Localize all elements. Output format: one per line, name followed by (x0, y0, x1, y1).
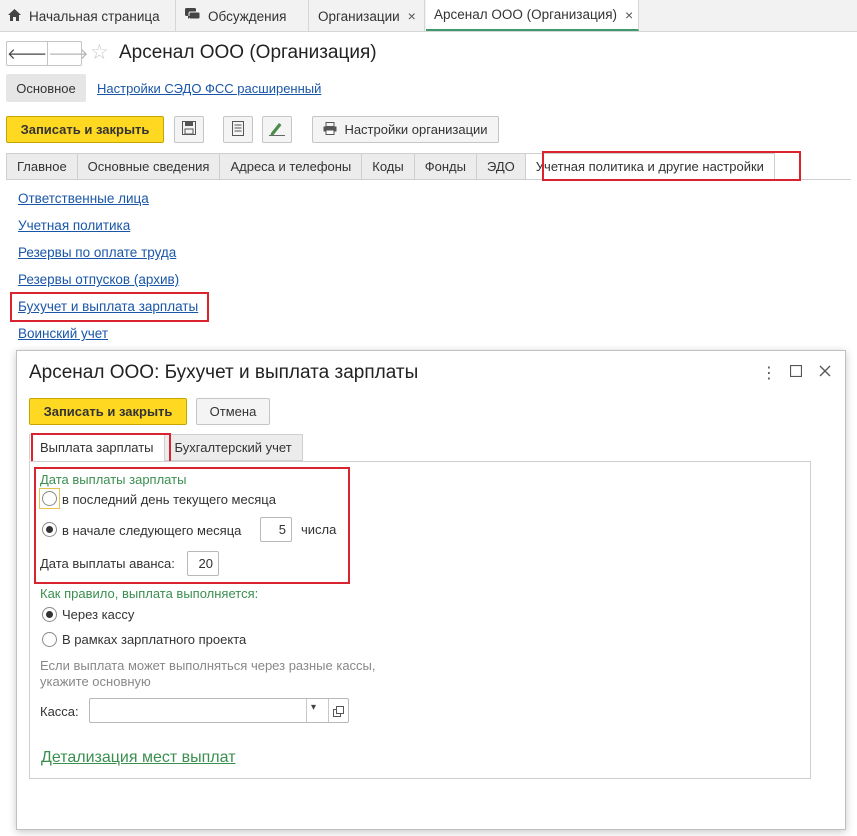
salary-payment-panel (29, 461, 811, 779)
tab-accounting-policy[interactable]: Учетная политика и другие настройки (524, 153, 775, 180)
org-settings-button[interactable]: Настройки организации (312, 116, 499, 143)
dropdown-arrow-icon[interactable]: ▾ (311, 702, 316, 713)
advance-date-label: Дата выплаты аванса: (40, 556, 175, 571)
forward-arrow-icon[interactable]: 🡒 (48, 42, 88, 65)
radio-last-day[interactable] (42, 491, 57, 506)
pay-day-input[interactable]: 5 (260, 517, 292, 542)
tab-organizations-label: Организации (318, 8, 400, 24)
pay-date-group-label: Дата выплаты зарплаты (40, 472, 187, 487)
favorite-star-icon[interactable]: ☆ (90, 42, 109, 64)
tab-codes[interactable]: Коды (361, 153, 414, 180)
radio-cash-label: Через кассу (62, 607, 135, 622)
maximize-icon[interactable] (789, 364, 803, 382)
section-main-button[interactable]: Основное (6, 74, 86, 102)
tab-edo[interactable]: ЭДО (475, 153, 525, 180)
close-icon[interactable]: × (408, 8, 416, 24)
pencil-check-icon (269, 121, 285, 139)
advance-date-input[interactable]: 20 (187, 551, 219, 576)
tab-main[interactable]: Главное (6, 153, 77, 180)
chat-icon (185, 8, 201, 24)
link-salary-accounting[interactable]: Бухучет и выплата зарплаты (18, 299, 198, 314)
tab-salary-payment[interactable]: Выплата зарплаты (29, 434, 164, 461)
radio-next-month[interactable] (42, 522, 57, 537)
tabs-divider (6, 179, 851, 180)
document-list-button[interactable] (223, 116, 253, 143)
history-nav: 🡐 🡒 (6, 41, 88, 66)
tab-addresses[interactable]: Адреса и телефоны (219, 153, 362, 180)
pay-day-suffix: числа (301, 522, 337, 537)
org-settings-label: Настройки организации (344, 122, 488, 137)
window-tabs-bar: Начальная страница Обсуждения Организаци… (0, 0, 857, 32)
dialog-title: Арсенал ООО: Бухучет и выплата зарплаты (29, 362, 419, 383)
radio-last-day-label: в последний день текущего месяца (62, 492, 276, 507)
radio-salary-project[interactable] (42, 632, 57, 647)
link-salary-reserves[interactable]: Резервы по оплате труда (18, 245, 176, 260)
tab-bookkeeping[interactable]: Бухгалтерский учет (163, 434, 303, 461)
home-icon (8, 8, 21, 24)
close-icon[interactable]: × (625, 7, 633, 23)
tab-home-label: Начальная страница (29, 8, 160, 24)
document-icon (232, 120, 244, 139)
tab-basic-info[interactable]: Основные сведения (76, 153, 220, 180)
link-accounting-policy[interactable]: Учетная политика (18, 218, 130, 233)
tab-arsenal-org[interactable]: Арсенал ООО (Организация) × (426, 0, 639, 31)
advance-date-value: 20 (198, 556, 213, 571)
link-military-record[interactable]: Воинский учет (18, 326, 108, 341)
payment-places-detail-link[interactable]: Детализация мест выплат (41, 749, 236, 767)
radio-cash[interactable] (42, 607, 57, 622)
radio-salary-project-label: В рамках зарплатного проекта (62, 632, 247, 647)
pay-day-value: 5 (278, 522, 286, 537)
form-tabs: Главное Основные сведения Адреса и телеф… (6, 153, 775, 180)
note-line-2: укажите основную (40, 674, 151, 689)
save-icon-button[interactable] (174, 116, 204, 143)
kassa-divider-2 (328, 699, 329, 722)
floppy-icon (182, 121, 196, 138)
tab-arsenal-label: Арсенал ООО (Организация) (434, 7, 618, 22)
tab-home-page[interactable]: Начальная страница (0, 0, 176, 32)
section-sedo-link[interactable]: Настройки СЭДО ФСС расширенный (97, 81, 321, 96)
radio-next-month-label: в начале следующего месяца (62, 523, 242, 538)
kassa-divider (306, 699, 307, 722)
open-form-icon[interactable] (333, 705, 344, 720)
tab-organizations[interactable]: Организации × (310, 0, 425, 32)
dialog-cancel-button[interactable]: Отмена (196, 398, 270, 425)
tab-funds[interactable]: Фонды (413, 153, 476, 180)
method-group-label: Как правило, выплата выполняется: (40, 586, 259, 601)
back-arrow-icon[interactable]: 🡐 (7, 42, 49, 65)
tab-discussions-label: Обсуждения (208, 8, 287, 24)
page-title: Арсенал ООО (Организация) (119, 42, 377, 63)
printer-icon (323, 121, 337, 138)
edit-sign-button[interactable] (262, 116, 292, 143)
note-line-1: Если выплата может выполняться через раз… (40, 658, 376, 673)
tab-discussions[interactable]: Обсуждения (177, 0, 309, 32)
link-responsible-persons[interactable]: Ответственные лица (18, 191, 149, 206)
salary-accounting-dialog: Арсенал ООО: Бухучет и выплата зарплаты … (16, 350, 846, 830)
link-vacation-reserves[interactable]: Резервы отпусков (архив) (18, 272, 179, 287)
dialog-save-close-button[interactable]: Записать и закрыть (29, 398, 187, 425)
kassa-select[interactable]: ▾ (89, 698, 349, 723)
close-icon[interactable] (819, 364, 831, 382)
dialog-tabs: Выплата зарплаты Бухгалтерский учет (29, 434, 303, 461)
save-close-button[interactable]: Записать и закрыть (6, 116, 164, 143)
more-menu-icon[interactable]: ⋮ (761, 363, 777, 383)
kassa-label: Касса: (40, 704, 79, 719)
